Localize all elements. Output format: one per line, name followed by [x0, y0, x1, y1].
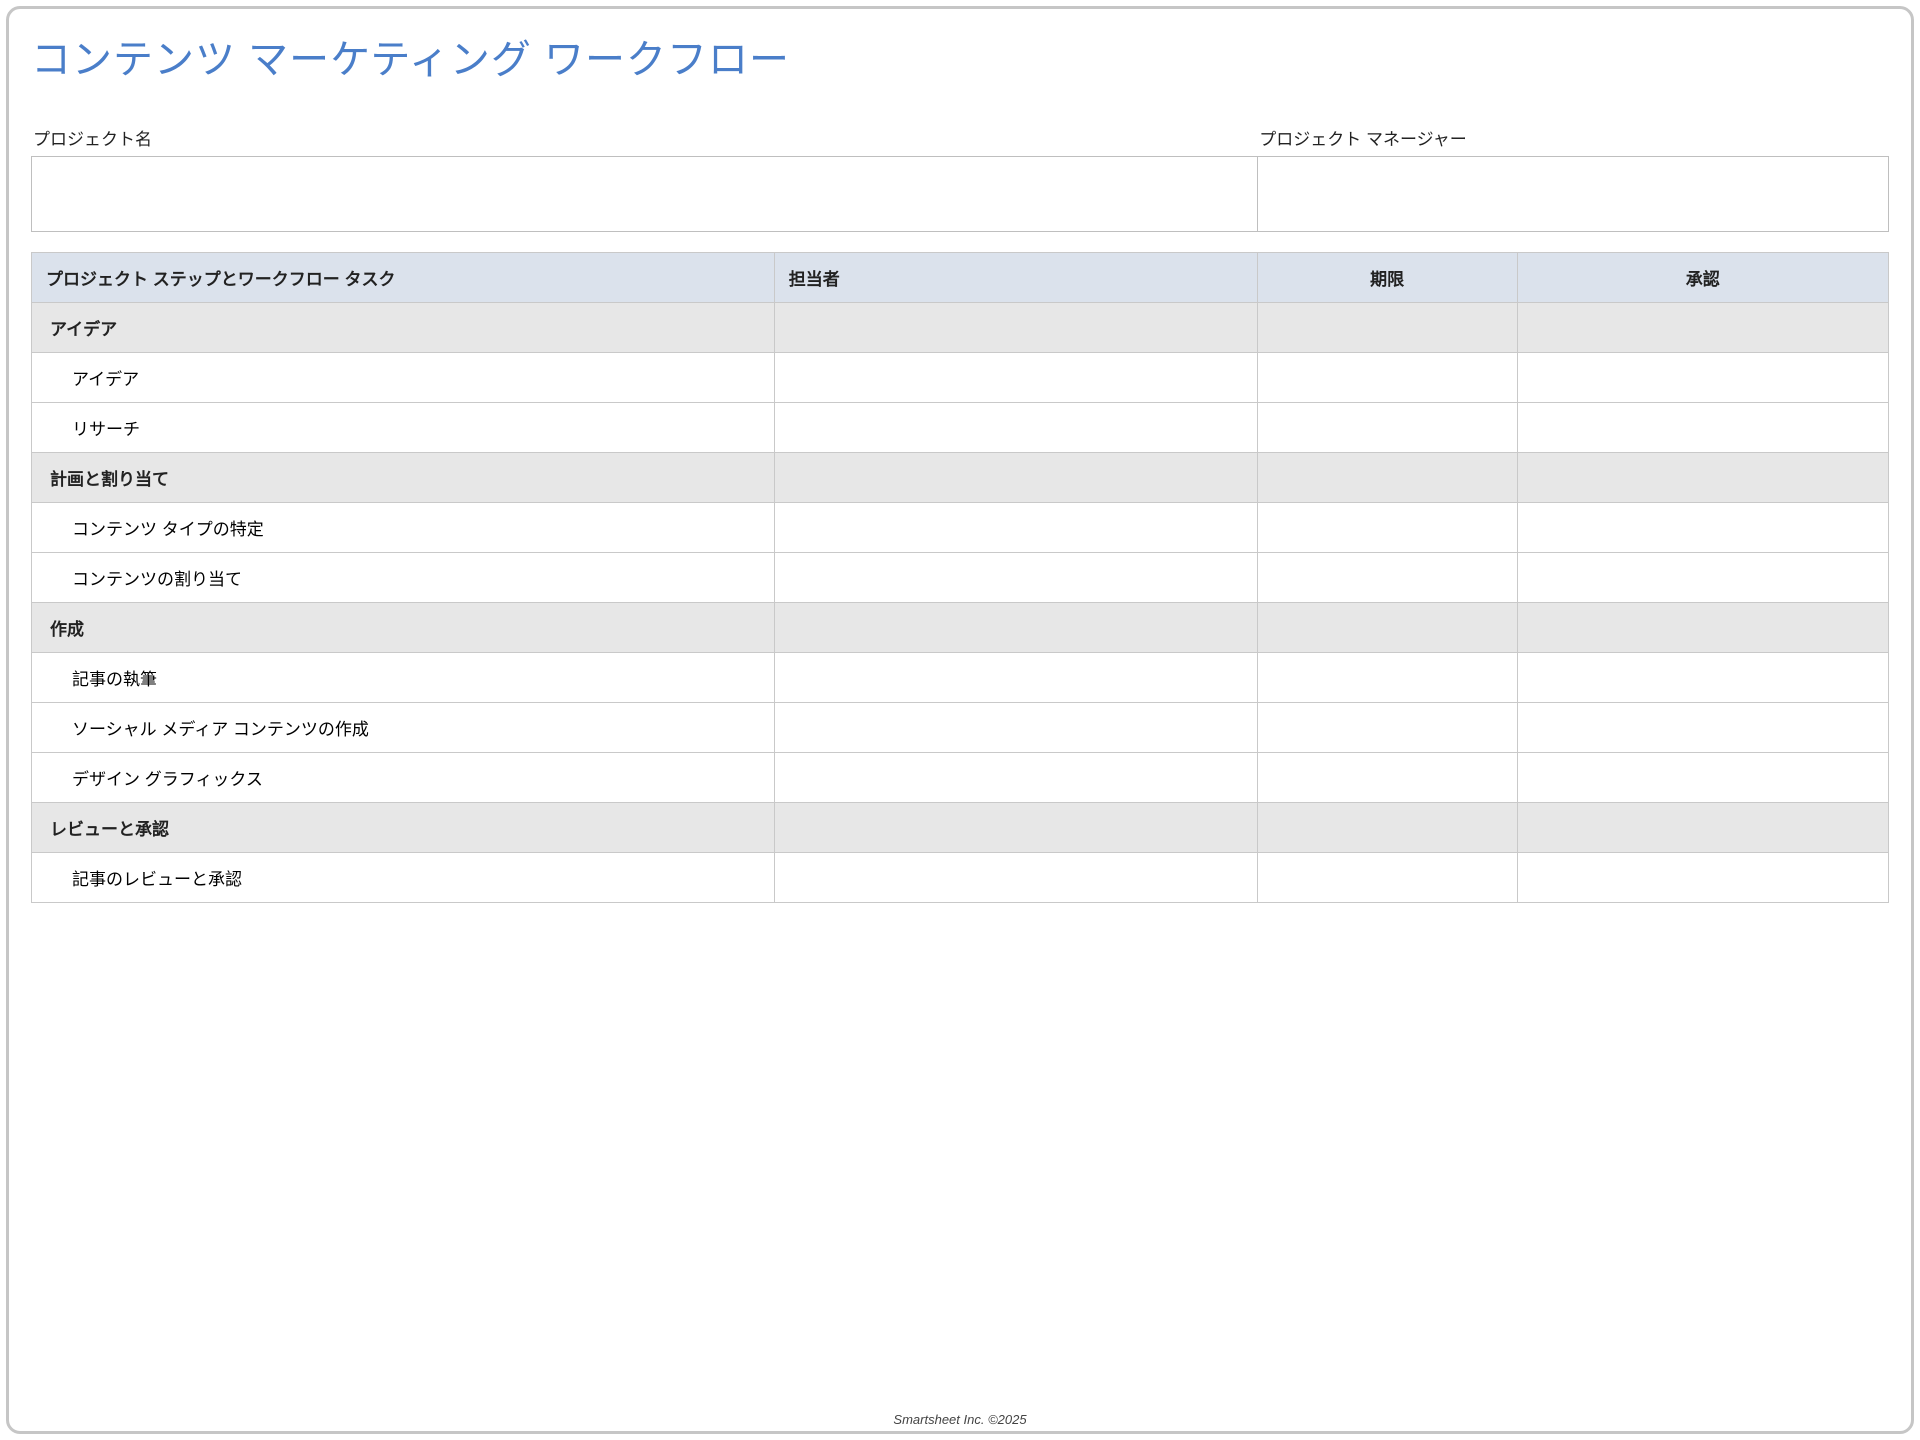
cell-due[interactable] — [1257, 753, 1517, 803]
table-row: 記事のレビューと承認 — [32, 853, 1889, 903]
cell-step[interactable]: 記事のレビューと承認 — [32, 853, 775, 903]
cell-step[interactable]: ソーシャル メディア コンテンツの作成 — [32, 703, 775, 753]
cell-approval[interactable] — [1517, 553, 1888, 603]
footer-text: Smartsheet Inc. ©2025 — [9, 1406, 1911, 1431]
table-row: リサーチ — [32, 403, 1889, 453]
header-step: プロジェクト ステップとワークフロー タスク — [32, 253, 775, 303]
table-section-row: 計画と割り当て — [32, 453, 1889, 503]
cell-approval[interactable] — [1517, 303, 1888, 353]
cell-due[interactable] — [1257, 303, 1517, 353]
cell-approval[interactable] — [1517, 803, 1888, 853]
cell-approval[interactable] — [1517, 703, 1888, 753]
header-due: 期限 — [1257, 253, 1517, 303]
cell-due[interactable] — [1257, 453, 1517, 503]
meta-row: プロジェクト名 プロジェクト マネージャー — [31, 125, 1889, 232]
cell-owner[interactable] — [774, 603, 1257, 653]
cell-step[interactable]: コンテンツ タイプの特定 — [32, 503, 775, 553]
cell-owner[interactable] — [774, 303, 1257, 353]
cell-approval[interactable] — [1517, 453, 1888, 503]
cell-step[interactable]: コンテンツの割り当て — [32, 553, 775, 603]
project-name-label: プロジェクト名 — [31, 125, 1257, 150]
cell-owner[interactable] — [774, 503, 1257, 553]
cell-step[interactable]: デザイン グラフィックス — [32, 753, 775, 803]
page-frame: コンテンツ マーケティング ワークフロー プロジェクト名 プロジェクト マネージ… — [6, 6, 1914, 1434]
cell-owner[interactable] — [774, 703, 1257, 753]
cell-owner[interactable] — [774, 803, 1257, 853]
cell-owner[interactable] — [774, 553, 1257, 603]
cell-approval[interactable] — [1517, 653, 1888, 703]
cell-owner[interactable] — [774, 453, 1257, 503]
table-row: コンテンツの割り当て — [32, 553, 1889, 603]
cell-owner[interactable] — [774, 403, 1257, 453]
project-manager-label: プロジェクト マネージャー — [1257, 125, 1889, 150]
cell-due[interactable] — [1257, 353, 1517, 403]
cell-owner[interactable] — [774, 853, 1257, 903]
cell-approval[interactable] — [1517, 853, 1888, 903]
header-owner: 担当者 — [774, 253, 1257, 303]
table-row: コンテンツ タイプの特定 — [32, 503, 1889, 553]
cell-due[interactable] — [1257, 653, 1517, 703]
cell-step[interactable]: 計画と割り当て — [32, 453, 775, 503]
cell-due[interactable] — [1257, 703, 1517, 753]
cell-owner[interactable] — [774, 353, 1257, 403]
cell-owner[interactable] — [774, 653, 1257, 703]
cell-step[interactable]: アイデア — [32, 303, 775, 353]
table-section-row: 作成 — [32, 603, 1889, 653]
cell-due[interactable] — [1257, 403, 1517, 453]
cell-step[interactable]: アイデア — [32, 353, 775, 403]
project-name-input[interactable] — [31, 156, 1257, 232]
project-manager-input[interactable] — [1257, 156, 1889, 232]
cell-due[interactable] — [1257, 853, 1517, 903]
cell-owner[interactable] — [774, 753, 1257, 803]
table-row: 記事の執筆 — [32, 653, 1889, 703]
cell-step[interactable]: 作成 — [32, 603, 775, 653]
content-area: コンテンツ マーケティング ワークフロー プロジェクト名 プロジェクト マネージ… — [9, 9, 1911, 1406]
cell-due[interactable] — [1257, 503, 1517, 553]
workflow-table: プロジェクト ステップとワークフロー タスク 担当者 期限 承認 アイデアアイデ… — [31, 252, 1889, 903]
project-manager-column: プロジェクト マネージャー — [1257, 125, 1889, 232]
table-header-row: プロジェクト ステップとワークフロー タスク 担当者 期限 承認 — [32, 253, 1889, 303]
header-approval: 承認 — [1517, 253, 1888, 303]
table-row: デザイン グラフィックス — [32, 753, 1889, 803]
table-row: アイデア — [32, 353, 1889, 403]
cell-due[interactable] — [1257, 553, 1517, 603]
cell-step[interactable]: レビューと承認 — [32, 803, 775, 853]
cell-approval[interactable] — [1517, 353, 1888, 403]
table-section-row: レビューと承認 — [32, 803, 1889, 853]
cell-due[interactable] — [1257, 603, 1517, 653]
cell-approval[interactable] — [1517, 753, 1888, 803]
cell-due[interactable] — [1257, 803, 1517, 853]
page-title: コンテンツ マーケティング ワークフロー — [31, 27, 1889, 85]
table-row: ソーシャル メディア コンテンツの作成 — [32, 703, 1889, 753]
cell-approval[interactable] — [1517, 503, 1888, 553]
cell-approval[interactable] — [1517, 603, 1888, 653]
cell-step[interactable]: 記事の執筆 — [32, 653, 775, 703]
project-name-column: プロジェクト名 — [31, 125, 1257, 232]
table-section-row: アイデア — [32, 303, 1889, 353]
cell-approval[interactable] — [1517, 403, 1888, 453]
cell-step[interactable]: リサーチ — [32, 403, 775, 453]
